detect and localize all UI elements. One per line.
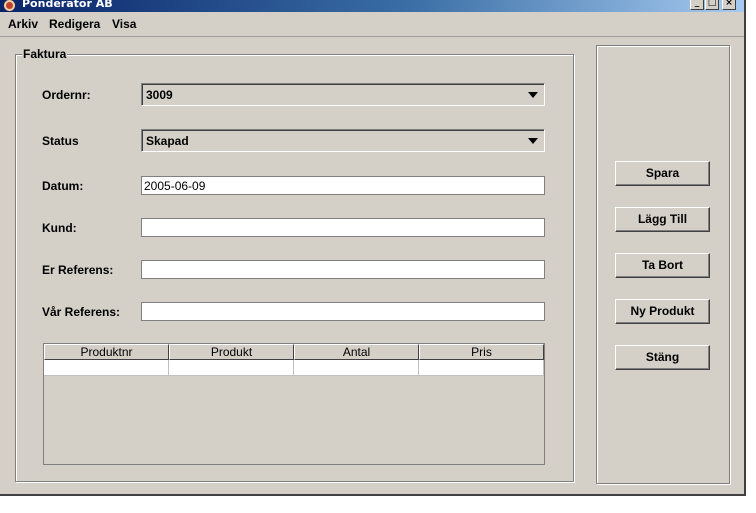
maximize-icon[interactable]: □ [705, 0, 719, 10]
er-referens-label: Er Referens: [42, 263, 114, 277]
ny-produkt-button[interactable]: Ny Produkt [615, 299, 710, 324]
column-header-produkt[interactable]: Produkt [169, 344, 294, 360]
close-icon[interactable]: × [722, 0, 736, 10]
menu-redigera[interactable]: Redigera [49, 17, 100, 31]
ordernr-label: Ordernr: [42, 88, 91, 102]
ordernr-value: 3009 [146, 88, 173, 102]
lagg-till-button[interactable]: Lägg Till [615, 207, 710, 232]
status-value: Skapad [146, 134, 189, 148]
column-header-produktnr[interactable]: Produktnr [44, 344, 169, 360]
window-title: Ponderator AB [22, 0, 113, 10]
column-header-antal[interactable]: Antal [294, 344, 419, 360]
var-referens-field[interactable] [141, 302, 545, 321]
menu-visa[interactable]: Visa [112, 17, 136, 31]
chevron-down-icon [528, 92, 538, 98]
status-select[interactable]: Skapad [141, 129, 545, 152]
table-cell[interactable] [419, 360, 544, 376]
title-bar[interactable]: Ponderator AB _ □ × [0, 0, 744, 12]
minimize-icon[interactable]: _ [690, 0, 704, 10]
datum-label: Datum: [42, 179, 84, 193]
main-window: Ponderator AB _ □ × Arkiv Redigera Visa … [0, 0, 746, 496]
table-cell[interactable] [294, 360, 419, 376]
var-referens-label: Vår Referens: [42, 305, 121, 319]
table-cell[interactable] [169, 360, 294, 376]
datum-field[interactable] [141, 176, 545, 195]
chevron-down-icon [528, 138, 538, 144]
kund-field[interactable] [141, 218, 545, 237]
ordernr-select[interactable]: 3009 [141, 83, 545, 106]
ta-bort-button[interactable]: Ta Bort [615, 253, 710, 278]
table-cell[interactable] [44, 360, 169, 376]
menu-arkiv[interactable]: Arkiv [8, 17, 38, 31]
menu-bar: Arkiv Redigera Visa [0, 14, 744, 37]
app-icon [4, 0, 15, 11]
stang-button[interactable]: Stäng [615, 345, 710, 370]
er-referens-field[interactable] [141, 260, 545, 279]
column-header-pris[interactable]: Pris [419, 344, 544, 360]
product-table[interactable]: Produktnr Produkt Antal Pris [43, 343, 545, 465]
group-title: Faktura [22, 47, 68, 61]
kund-label: Kund: [42, 221, 77, 235]
spara-button[interactable]: Spara [615, 161, 710, 186]
status-label: Status [42, 134, 79, 148]
